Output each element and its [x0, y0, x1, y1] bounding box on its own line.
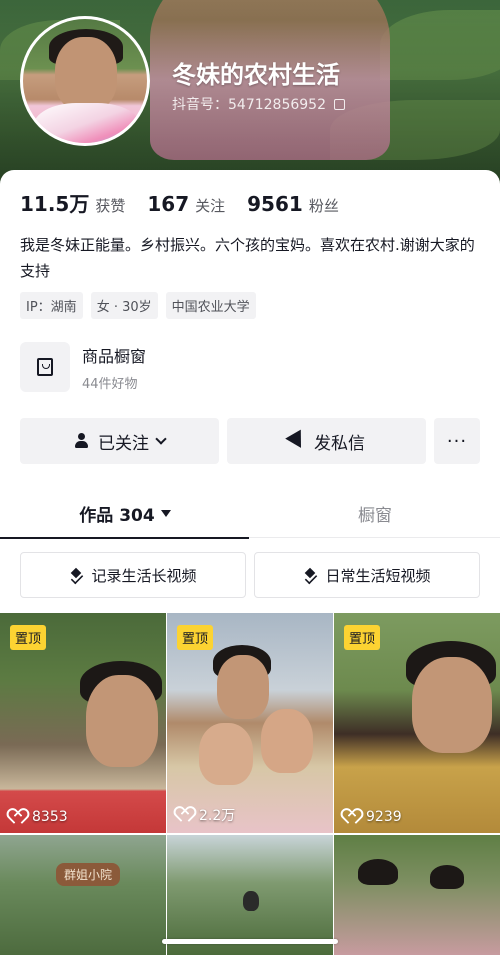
video-likes: 8353: [10, 809, 68, 825]
stat-value: 11.5万: [20, 192, 90, 216]
heart-icon: [10, 810, 26, 824]
send-message-label: 发私信: [314, 433, 365, 454]
douyin-id[interactable]: 抖音号：54712856952: [172, 94, 345, 114]
video-likes: 9239: [344, 809, 402, 825]
followed-button[interactable]: 已关注: [20, 418, 219, 464]
caret-down-icon: [160, 509, 171, 517]
layers-icon: [69, 568, 85, 582]
video-grid: 置顶 8353 置顶 2.2万 置顶 9239 群姐小院: [0, 613, 500, 955]
stat-label: 获赞: [95, 197, 126, 215]
stat-value: 9561: [247, 192, 303, 216]
tag-ip: IP：湖南: [20, 292, 83, 319]
followed-label: 已关注: [98, 433, 149, 454]
video-thumbnail[interactable]: 置顶 9239: [334, 613, 500, 833]
shop-title: 商品橱窗: [82, 346, 147, 366]
stat-label: 关注: [195, 197, 226, 215]
likes-count: 2.2万: [199, 808, 236, 824]
bio-text: 我是冬妹正能量。乡村振兴。六个孩的宝妈。喜欢在农村.谢谢大家的支持: [20, 236, 475, 280]
person-figure: [243, 891, 259, 911]
video-thumbnail[interactable]: 群姐小院: [0, 835, 166, 955]
stat-followers[interactable]: 9561 粉丝: [247, 192, 339, 216]
stat-following[interactable]: 167 关注: [147, 192, 225, 216]
avatar[interactable]: [20, 16, 150, 146]
video-thumbnail[interactable]: 置顶 2.2万: [167, 613, 333, 833]
shop-window-entry[interactable]: 商品橱窗 44件好物: [20, 342, 146, 392]
send-icon: [285, 429, 309, 453]
home-indicator[interactable]: [162, 939, 338, 944]
person-face: [86, 675, 158, 767]
profile-card: 11.5万 获赞 167 关注 9561 粉丝 我是冬妹正能量。乡村振兴。六个孩…: [0, 170, 500, 957]
profile-tags: IP：湖南 女 · 30岁 中国农业大学: [20, 292, 256, 319]
person-hair: [358, 859, 398, 885]
heart-icon: [177, 808, 193, 822]
child-face: [199, 723, 253, 785]
avatar-face: [55, 37, 117, 111]
video-thumbnail[interactable]: [167, 835, 333, 955]
video-likes: 2.2万: [177, 805, 235, 825]
person-face: [217, 655, 269, 719]
collections-row: 记录生活长视频 日常生活短视频: [20, 552, 480, 598]
likes-count: 9239: [366, 809, 402, 825]
pinned-badge: 置顶: [177, 625, 214, 650]
tab-shop-label: 橱窗: [358, 505, 392, 526]
more-button[interactable]: ···: [434, 418, 480, 464]
shopping-bag-icon: [37, 358, 53, 376]
pinned-badge: 置顶: [344, 625, 381, 650]
video-thumbnail[interactable]: [334, 835, 500, 955]
tab-works[interactable]: 作品 304: [0, 488, 250, 539]
stat-label: 粉丝: [308, 197, 339, 215]
collection-short-videos[interactable]: 日常生活短视频: [254, 552, 480, 598]
person-check-icon: [74, 433, 90, 449]
collection-label: 记录生活长视频: [91, 566, 197, 585]
shop-text: 商品橱窗 44件好物: [82, 343, 146, 392]
copy-icon[interactable]: [333, 98, 345, 110]
chevron-down-icon: [155, 433, 167, 445]
tab-shop-window[interactable]: 橱窗: [250, 488, 500, 538]
wooden-sign: 群姐小院: [56, 863, 121, 886]
stat-value: 167: [147, 192, 190, 216]
person-face: [412, 657, 492, 753]
profile-name: 冬妹的农村生活: [172, 61, 340, 89]
likes-count: 8353: [32, 809, 68, 825]
content-tabs: 作品 304 橱窗: [0, 488, 500, 539]
heart-icon: [344, 810, 360, 824]
person-hair: [430, 865, 464, 889]
video-thumbnail[interactable]: 置顶 8353: [0, 613, 166, 833]
collection-long-videos[interactable]: 记录生活长视频: [20, 552, 246, 598]
avatar-shirt: [33, 103, 141, 143]
layers-icon: [303, 568, 319, 582]
send-message-button[interactable]: 发私信: [227, 418, 426, 464]
tag-school[interactable]: 中国农业大学: [165, 292, 256, 319]
tab-works-label: 作品 304: [79, 505, 155, 526]
pinned-badge: 置顶: [10, 625, 47, 650]
child-face: [261, 709, 313, 773]
shop-icon-box: [20, 342, 70, 392]
collection-label: 日常生活短视频: [325, 566, 431, 585]
tag-gender-age: 女 · 30岁: [90, 292, 158, 319]
shop-subtitle: 44件好物: [82, 376, 138, 392]
action-buttons: 已关注 发私信 ···: [20, 418, 480, 464]
douyin-id-text: 抖音号：54712856952: [172, 97, 326, 113]
stats-row: 11.5万 获赞 167 关注 9561 粉丝: [20, 188, 339, 217]
stat-likes[interactable]: 11.5万 获赞: [20, 188, 125, 217]
